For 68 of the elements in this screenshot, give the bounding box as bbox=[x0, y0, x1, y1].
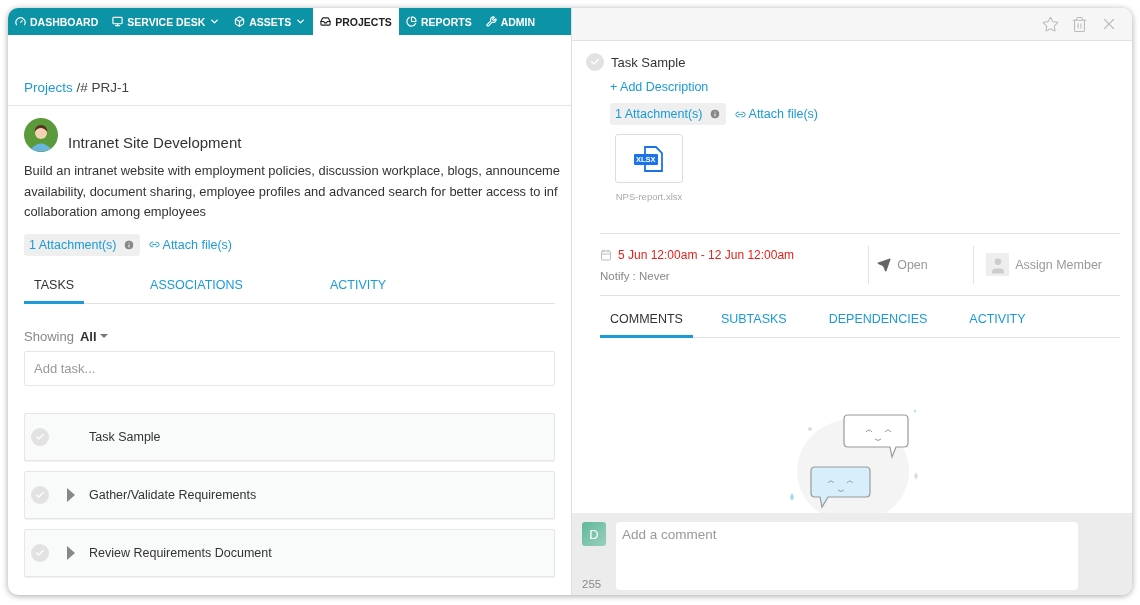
filter-label: Showing bbox=[24, 328, 74, 344]
tab[interactable]: COMMENTS bbox=[600, 304, 693, 338]
filter-dropdown[interactable]: All bbox=[79, 328, 109, 344]
check-circle-icon[interactable] bbox=[586, 53, 604, 71]
attachments-chip[interactable]: 1 Attachment(s) bbox=[24, 233, 140, 256]
monitor-icon bbox=[112, 16, 124, 27]
avatar-icon bbox=[24, 118, 58, 152]
cube-icon bbox=[234, 16, 246, 27]
task-name: Task Sample bbox=[89, 429, 161, 444]
task-row[interactable]: Review Requirements Document bbox=[24, 528, 555, 577]
star-icon[interactable] bbox=[1042, 15, 1059, 33]
breadcrumb-id: /# PRJ-1 bbox=[76, 80, 130, 95]
info-icon bbox=[122, 238, 135, 251]
attach-file-link[interactable]: Attach file(s) bbox=[148, 237, 232, 252]
project-title: Intranet Site Development bbox=[68, 134, 242, 152]
nav-tab[interactable]: ADMIN bbox=[478, 8, 543, 35]
tab[interactable]: ACTIVITY bbox=[959, 304, 1036, 338]
nav-label: ASSETS bbox=[249, 15, 292, 28]
check-circle-icon[interactable] bbox=[31, 543, 49, 562]
status-control[interactable]: Open bbox=[869, 257, 974, 272]
attachments-chip[interactable]: 1 Attachment(s) bbox=[610, 103, 726, 125]
file-name: NPS-report.xlsx bbox=[615, 191, 683, 202]
caret-icon bbox=[98, 333, 109, 339]
task-name: Gather/Validate Requirements bbox=[89, 487, 257, 502]
nav-tab[interactable]: ASSETS bbox=[227, 8, 314, 35]
calendar-icon bbox=[600, 248, 612, 261]
link-icon bbox=[148, 239, 160, 250]
pie-chart-icon bbox=[405, 16, 417, 27]
nav-label: ADMIN bbox=[500, 15, 536, 28]
nav-label: DASHBOARD bbox=[30, 15, 99, 28]
tab[interactable]: ACTIVITY bbox=[319, 269, 397, 304]
info-icon bbox=[708, 108, 721, 120]
date-range[interactable]: 5 Jun 12:00am - 12 Jun 12:00am bbox=[618, 247, 795, 262]
check-circle-icon[interactable] bbox=[31, 427, 49, 446]
task-row[interactable]: Gather/Validate Requirements bbox=[24, 470, 555, 519]
attach-file-link[interactable]: Attach file(s) bbox=[734, 107, 818, 121]
project-description: Build an intranet website with employment policies, discussion workplace, blogs, announceme availability, document sharing, employee profiles and advanced search for better access to inf collaboration among employees bbox=[24, 162, 560, 221]
task-name: Review Requirements Document bbox=[89, 545, 272, 560]
nav-tab[interactable]: REPORTS bbox=[398, 8, 479, 35]
add-description-link[interactable]: + Add Description bbox=[610, 80, 709, 94]
gauge-icon bbox=[15, 16, 26, 27]
tab[interactable]: ASSOCIATIONS bbox=[140, 269, 253, 304]
nav-tab[interactable]: PROJECTS bbox=[313, 8, 399, 35]
nav-label: PROJECTS bbox=[335, 15, 392, 28]
nav-label: SERVICE DESK bbox=[127, 15, 206, 28]
user-avatar: D bbox=[582, 522, 606, 546]
nav-tab[interactable]: DASHBOARD bbox=[8, 8, 106, 35]
tray-icon bbox=[320, 16, 332, 27]
nav-label: REPORTS bbox=[420, 15, 472, 28]
expand-caret-icon[interactable] bbox=[66, 487, 76, 502]
trash-icon[interactable] bbox=[1071, 15, 1088, 33]
add-task-field[interactable]: Add task... bbox=[24, 350, 555, 386]
notify-setting: Notify : Never bbox=[600, 269, 671, 282]
tab[interactable]: DEPENDENCIES bbox=[818, 304, 938, 338]
tab[interactable]: SUBTASKS bbox=[710, 304, 797, 338]
check-circle-icon[interactable] bbox=[31, 485, 49, 504]
nav-tab[interactable]: SERVICE DESK bbox=[105, 8, 228, 35]
tab[interactable]: TASKS bbox=[24, 269, 85, 304]
comment-field[interactable]: Add a comment bbox=[616, 522, 1078, 590]
wrench-icon bbox=[485, 16, 497, 27]
expand-caret-icon[interactable] bbox=[66, 545, 76, 560]
paper-plane-icon bbox=[877, 257, 892, 272]
character-counter: 255 bbox=[582, 578, 603, 590]
task-title: Task Sample bbox=[611, 54, 686, 70]
task-row[interactable]: Task Sample bbox=[24, 412, 555, 461]
breadcrumb-link[interactable]: Projects bbox=[24, 80, 73, 95]
assign-member-control[interactable]: Assign Member bbox=[974, 253, 1120, 276]
person-silhouette-icon bbox=[986, 253, 1010, 276]
